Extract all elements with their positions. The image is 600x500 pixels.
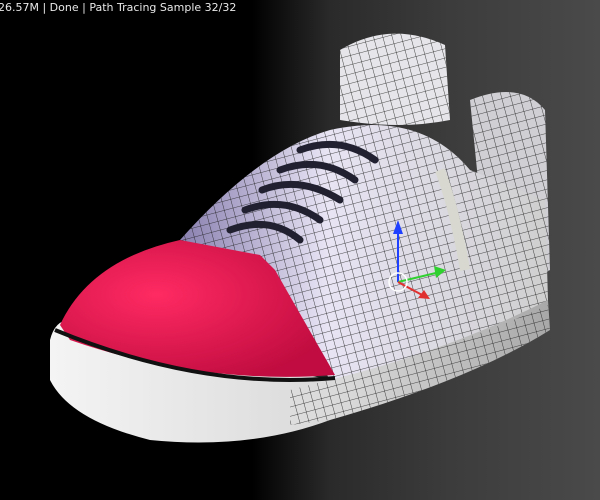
shoe-model[interactable] [0, 0, 600, 500]
3d-viewport[interactable]: 26.57M | Done | Path Tracing Sample 32/3… [0, 0, 600, 500]
render-status-text: 26.57M | Done | Path Tracing Sample 32/3… [0, 1, 237, 14]
